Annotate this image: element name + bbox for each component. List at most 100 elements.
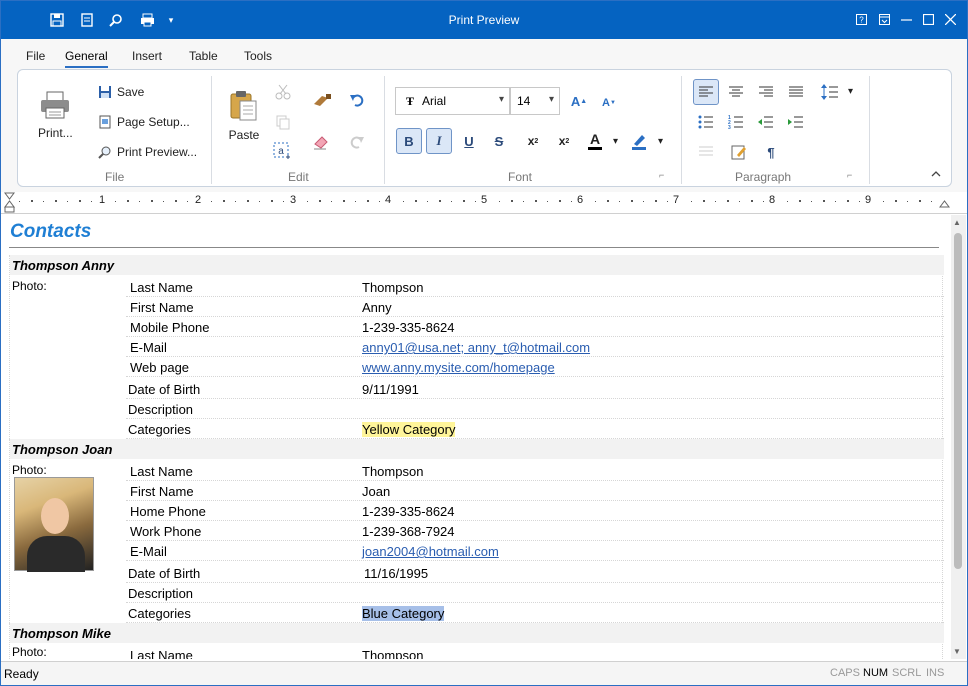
tab-file[interactable]: File	[26, 49, 45, 63]
status-bar: Ready CAPS NUM SCRL INS	[1, 661, 967, 685]
contact-name: Thompson Joan	[10, 439, 944, 459]
table-row: Categories Blue Category	[126, 603, 944, 623]
ruler-number: 1	[99, 194, 106, 206]
justify-button[interactable]	[783, 79, 809, 105]
web-link[interactable]: www.anny.mysite.com/homepage	[362, 360, 555, 375]
ruler-number: 6	[577, 194, 584, 206]
title-bar: ▾ Print Preview ?	[1, 1, 967, 39]
ruler[interactable]: 1 2 3 4 5 6 7 8 9	[1, 192, 967, 214]
tab-table[interactable]: Table	[189, 49, 218, 63]
status-text: Ready	[4, 667, 39, 681]
print-preview-window: ▾ Print Preview ? File General Insert Ta…	[0, 0, 968, 686]
save-label: Save	[117, 85, 145, 99]
page-setup-button[interactable]: Page Setup...	[97, 114, 190, 130]
font-dialog-launcher-icon[interactable]: ⌐	[659, 170, 664, 180]
caps-indicator: CAPS	[830, 667, 860, 679]
italic-button[interactable]: I	[426, 128, 452, 154]
line-spacing-icon[interactable]	[817, 79, 843, 105]
bullets-icon[interactable]	[693, 109, 719, 135]
strikethrough-button[interactable]: S	[486, 128, 512, 154]
underline-button[interactable]: U	[456, 128, 482, 154]
scroll-up-icon[interactable]: ▲	[953, 218, 961, 227]
font-family-combo[interactable]: Ŧ Arial ▾	[395, 87, 510, 115]
printer-icon	[41, 91, 70, 119]
svg-text:A: A	[590, 131, 600, 147]
ruler-number: 3	[290, 194, 297, 206]
close-icon[interactable]	[942, 11, 958, 27]
numbering-icon[interactable]: 123	[723, 109, 749, 135]
tab-insert[interactable]: Insert	[132, 49, 162, 63]
paragraph-dialog-launcher-icon[interactable]: ⌐	[847, 170, 852, 180]
page-setup-icon	[97, 114, 113, 130]
undo-icon[interactable]	[349, 92, 365, 108]
align-center-button[interactable]	[723, 79, 749, 105]
highlight-icon[interactable]	[626, 128, 652, 154]
table-row: Home Phone 1-239-335-8624	[126, 501, 944, 521]
paragraph-settings-icon[interactable]	[726, 139, 752, 165]
tab-tools[interactable]: Tools	[244, 49, 272, 63]
bold-button[interactable]: B	[396, 128, 422, 154]
indent-marker-icon[interactable]	[4, 192, 16, 214]
chevron-down-icon[interactable]: ▾	[848, 86, 853, 97]
contact-card: Thompson Mike Photo: Last Name Thompson	[9, 623, 944, 659]
superscript-button[interactable]: x2	[520, 128, 546, 154]
print-preview-button[interactable]: Print Preview...	[97, 144, 197, 160]
chevron-down-icon[interactable]: ▾	[613, 136, 618, 147]
format-painter-icon[interactable]	[312, 92, 332, 108]
svg-text:a: a	[278, 146, 284, 157]
minimize-icon[interactable]	[898, 11, 914, 27]
font-type-icon: Ŧ	[405, 93, 414, 108]
email-link[interactable]: joan2004@hotmail.com	[362, 544, 499, 559]
font-size-combo[interactable]: 14 ▾	[510, 87, 560, 115]
chevron-down-icon[interactable]: ▾	[658, 136, 663, 147]
show-marks-icon[interactable]: ¶	[758, 139, 784, 165]
photo-label: Photo:	[12, 645, 47, 659]
window-title: Print Preview	[448, 13, 520, 27]
table-row: First Name Anny	[126, 297, 944, 317]
print-label: Print...	[38, 126, 73, 140]
ruler-number: 7	[673, 194, 680, 206]
save-button[interactable]: Save	[97, 84, 144, 100]
page-setup-label: Page Setup...	[117, 115, 190, 129]
collapse-ribbon-icon[interactable]	[931, 170, 941, 178]
photo-label: Photo:	[12, 279, 47, 293]
email-link[interactable]: anny01@usa.net; anny_t@hotmail.com	[362, 340, 590, 355]
print-button[interactable]: Print...	[38, 90, 73, 140]
grow-font-icon[interactable]: A ▲	[566, 88, 592, 114]
ruler-number: 2	[195, 194, 202, 206]
font-color-icon[interactable]: A	[582, 128, 608, 154]
help-icon[interactable]: ?	[853, 11, 869, 27]
borders-icon[interactable]	[693, 139, 719, 165]
restore-ribbon-icon[interactable]	[876, 11, 892, 27]
align-left-button[interactable]	[693, 79, 719, 105]
shrink-font-icon[interactable]: A ▼	[596, 90, 622, 116]
scroll-down-icon[interactable]: ▼	[953, 647, 961, 656]
document-area[interactable]: Contacts Thompson Anny Photo: Last Name T…	[3, 215, 951, 659]
paste-button[interactable]: Paste	[228, 90, 260, 142]
align-right-button[interactable]	[753, 79, 779, 105]
subscript-button[interactable]: x2	[551, 128, 577, 154]
clear-format-icon[interactable]	[312, 134, 330, 150]
cut-icon[interactable]	[275, 84, 291, 100]
copy-icon[interactable]	[275, 114, 291, 130]
table-row: Date of Birth 9/11/1991	[126, 379, 944, 399]
maximize-icon[interactable]	[920, 11, 936, 27]
right-indent-marker-icon[interactable]	[939, 192, 951, 214]
category-badge: Blue Category	[362, 606, 445, 621]
decrease-indent-icon[interactable]	[753, 109, 779, 135]
document-title: Contacts	[10, 221, 92, 242]
scroll-thumb[interactable]	[954, 233, 962, 569]
font-group-label: Font	[508, 170, 533, 184]
vertical-scrollbar[interactable]: ▲ ▼	[951, 215, 966, 659]
clipboard-icon	[230, 91, 257, 121]
table-row: E-Mail anny01@usa.net; anny_t@hotmail.com	[126, 337, 944, 357]
table-row: Date of Birth 11/16/1995	[126, 563, 944, 583]
select-all-icon[interactable]: a	[273, 142, 291, 160]
font-size-value: 14	[517, 94, 531, 108]
file-group-label: File	[105, 170, 125, 184]
increase-indent-icon[interactable]	[783, 109, 809, 135]
contact-card: Thompson Anny Photo: Last Name Thompson F…	[9, 255, 944, 439]
num-indicator: NUM	[863, 667, 889, 679]
redo-icon[interactable]	[349, 134, 365, 150]
tab-general[interactable]: General	[65, 49, 108, 68]
